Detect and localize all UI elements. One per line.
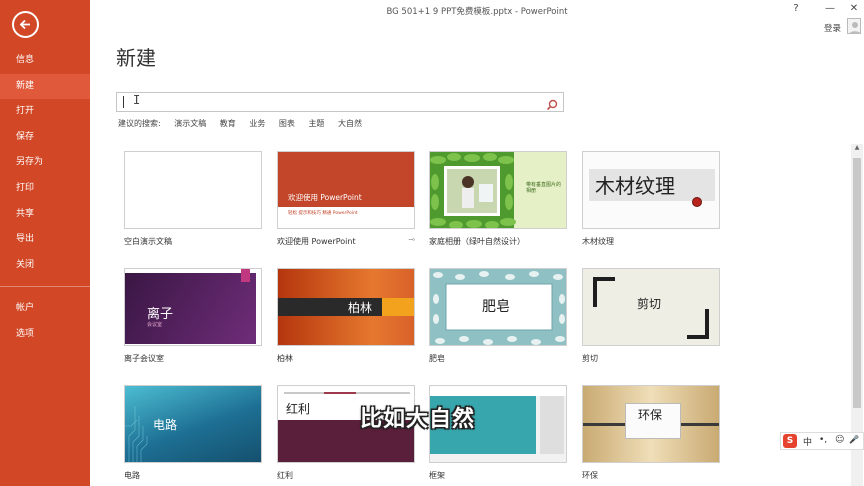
- close-button[interactable]: ✕: [847, 3, 861, 14]
- sidebar-item-info[interactable]: 信息: [0, 48, 90, 74]
- powerpoint-backstage: 信息 新建 打开 保存 另存为 打印 共享 导出 关闭 帐户 选项 BG 501…: [0, 0, 864, 486]
- sidebar-item-save[interactable]: 保存: [0, 125, 90, 151]
- template-label: 剪切: [582, 354, 598, 363]
- ime-lang-toggle[interactable]: 中: [803, 435, 812, 448]
- template-family-album[interactable]: 带有垂直图片的相册 家庭相册（绿叶自然设计）: [429, 151, 567, 246]
- template-label: 欢迎使用 PowerPoint: [277, 237, 356, 246]
- template-thumbnail[interactable]: 电路: [124, 385, 262, 463]
- mouse-ibeam-cursor: I: [133, 93, 141, 107]
- suggestion-business[interactable]: 业务: [249, 119, 265, 128]
- backstage-nav: 信息 新建 打开 保存 另存为 打印 共享 导出 关闭 帐户 选项: [0, 48, 90, 348]
- title-bar: BG 501+1 9 PPT免费模板.pptx - PowerPoint ? —…: [90, 0, 864, 22]
- wax-seal-icon: [692, 197, 702, 207]
- circuit-lines-graphic: [125, 406, 148, 462]
- sidebar-item-open[interactable]: 打开: [0, 99, 90, 125]
- template-thumbnail[interactable]: 柏林: [277, 268, 415, 346]
- thumb-title: 离子: [147, 307, 174, 322]
- template-thumbnail[interactable]: 环保: [582, 385, 720, 463]
- page-title: 新建: [116, 46, 156, 70]
- template-label: 环保: [582, 471, 598, 480]
- template-label: 空白演示文稿: [124, 237, 172, 246]
- thumb-subtitle: 会议室: [147, 322, 163, 328]
- sidebar-divider: [0, 286, 90, 288]
- template-savon[interactable]: 肥皂 肥皂: [429, 268, 567, 363]
- suggested-searches: 建议的搜索: 演示文稿 教育 业务 图表 主题 大自然: [118, 118, 373, 130]
- minimize-button[interactable]: —: [823, 3, 837, 14]
- text-caret: [123, 96, 124, 108]
- sidebar-item-new[interactable]: 新建: [0, 73, 90, 100]
- emoji-icon[interactable]: ☺: [835, 435, 844, 445]
- suggestion-themes[interactable]: 主题: [308, 119, 324, 128]
- template-thumbnail[interactable]: 肥皂: [429, 268, 567, 346]
- thumb-title: 欢迎使用 PowerPoint: [288, 193, 362, 202]
- template-label: 电路: [124, 471, 140, 480]
- avatar[interactable]: [847, 18, 861, 34]
- suggestion-presentation[interactable]: 演示文稿: [174, 119, 206, 128]
- window-title: BG 501+1 9 PPT免费模板.pptx - PowerPoint: [386, 7, 568, 17]
- microphone-icon[interactable]: 🎤: [849, 435, 859, 444]
- template-circuit[interactable]: 电路 电路: [124, 385, 262, 480]
- thumb-title: 木材纹理: [595, 174, 675, 198]
- template-thumbnail[interactable]: 离子 会议室: [124, 268, 262, 346]
- ime-toolbar: S 中 •, ☺ 🎤: [780, 432, 864, 450]
- template-search-box[interactable]: [116, 92, 564, 112]
- thumb-title: 电路: [153, 418, 178, 432]
- thumb-title: 红利: [286, 402, 311, 416]
- template-label: 肥皂: [429, 354, 445, 363]
- sidebar-item-close[interactable]: 关闭: [0, 253, 90, 279]
- thumb-title: 环保: [638, 408, 663, 422]
- template-thumbnail[interactable]: 木材纹理: [582, 151, 720, 229]
- template-berlin[interactable]: 柏林 柏林: [277, 268, 415, 363]
- template-eco[interactable]: 环保 环保: [582, 385, 720, 480]
- sidebar-item-account[interactable]: 帐户: [0, 296, 90, 322]
- suggestion-education[interactable]: 教育: [220, 119, 236, 128]
- template-cut[interactable]: 剪切 剪切: [582, 268, 720, 363]
- template-label: 家庭相册（绿叶自然设计）: [429, 237, 525, 246]
- thumb-title: 柏林: [348, 301, 373, 315]
- sign-in-link[interactable]: 登录: [824, 22, 841, 34]
- search-input[interactable]: [121, 95, 541, 110]
- template-label: 柏林: [277, 354, 293, 363]
- video-subtitle: 比如大自然: [360, 407, 476, 432]
- ime-punct-toggle[interactable]: •,: [819, 435, 827, 445]
- template-thumbnail[interactable]: [124, 151, 262, 229]
- back-arrow-icon[interactable]: [12, 11, 39, 38]
- template-thumbnail[interactable]: 欢迎使用 PowerPoint 轻松 提示和技巧 精通 PowerPoint: [277, 151, 415, 229]
- thumb-title: 肥皂: [482, 299, 510, 315]
- sidebar-item-options[interactable]: 选项: [0, 322, 90, 348]
- sidebar-item-export[interactable]: 导出: [0, 227, 90, 253]
- thumb-title: 剪切: [637, 297, 662, 311]
- scroll-up-arrow-icon[interactable]: ▲: [851, 144, 863, 154]
- template-thumbnail[interactable]: 剪切: [582, 268, 720, 346]
- template-wood-texture[interactable]: 木材纹理 木材纹理: [582, 151, 720, 246]
- template-welcome[interactable]: 欢迎使用 PowerPoint 轻松 提示和技巧 精通 PowerPoint 欢…: [277, 151, 415, 246]
- suggested-label: 建议的搜索:: [118, 119, 161, 128]
- template-label: 框架: [429, 471, 445, 480]
- scroll-thumb[interactable]: [853, 158, 861, 408]
- search-icon[interactable]: [546, 96, 558, 115]
- sidebar-item-share[interactable]: 共享: [0, 202, 90, 228]
- help-button[interactable]: ?: [789, 3, 803, 14]
- sidebar-item-save-as[interactable]: 另存为: [0, 150, 90, 176]
- template-label: 离子会议室: [124, 354, 164, 363]
- template-label: 木材纹理: [582, 237, 614, 246]
- thumb-title: 带有垂直图片的相册: [526, 182, 562, 194]
- sidebar-item-print[interactable]: 打印: [0, 176, 90, 202]
- backstage-sidebar: 信息 新建 打开 保存 另存为 打印 共享 导出 关闭 帐户 选项: [0, 0, 90, 486]
- template-label: 红利: [277, 471, 293, 480]
- template-ion-boardroom[interactable]: 离子 会议室 离子会议室: [124, 268, 262, 363]
- sogou-logo-icon[interactable]: S: [783, 434, 797, 448]
- template-blank[interactable]: 空白演示文稿: [124, 151, 262, 246]
- thumb-subtitle: 轻松 提示和技巧 精通 PowerPoint: [288, 211, 358, 216]
- template-thumbnail[interactable]: 带有垂直图片的相册: [429, 151, 567, 229]
- suggestion-nature[interactable]: 大自然: [338, 119, 362, 128]
- suggestion-charts[interactable]: 图表: [279, 119, 295, 128]
- pin-icon[interactable]: ⊸: [408, 235, 415, 244]
